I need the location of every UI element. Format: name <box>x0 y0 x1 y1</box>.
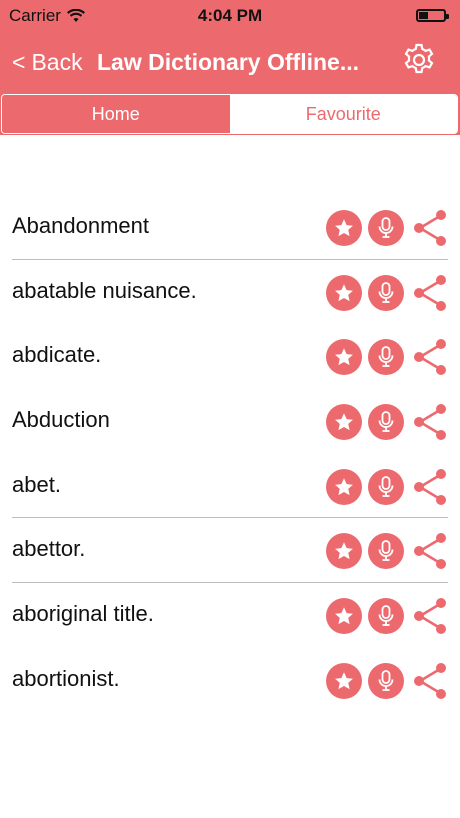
share-icon <box>410 337 450 377</box>
star-icon <box>333 605 355 627</box>
share-icon <box>410 273 450 313</box>
tab-favourite[interactable]: Favourite <box>229 95 457 133</box>
pronounce-button[interactable] <box>368 274 404 311</box>
favourite-button[interactable] <box>326 339 362 376</box>
share-button[interactable] <box>410 467 450 507</box>
favourite-button[interactable] <box>326 468 362 505</box>
word-label[interactable]: aboriginal title. <box>12 601 154 627</box>
microphone-icon <box>376 669 396 693</box>
pronounce-button[interactable] <box>368 533 404 570</box>
word-list: Abandonment abatable nuisance. abdicate. Ab… <box>0 195 460 713</box>
favourite-button[interactable] <box>326 274 362 311</box>
list-item[interactable]: abettor. <box>0 518 460 584</box>
back-label: Back <box>31 49 83 75</box>
microphone-icon <box>376 604 396 628</box>
share-icon <box>410 531 450 571</box>
pronounce-button[interactable] <box>368 468 404 505</box>
microphone-icon <box>376 539 396 563</box>
share-button[interactable] <box>410 402 450 442</box>
back-button[interactable]: < Back <box>12 49 83 76</box>
word-label[interactable]: abdicate. <box>12 342 101 368</box>
star-icon <box>333 670 355 692</box>
share-icon <box>410 467 450 507</box>
share-button[interactable] <box>410 661 450 701</box>
star-icon <box>333 411 355 433</box>
favourite-button[interactable] <box>326 598 362 635</box>
star-icon <box>333 540 355 562</box>
star-icon <box>333 346 355 368</box>
word-label[interactable]: abatable nuisance. <box>12 278 197 304</box>
list-item[interactable]: aboriginal title. <box>0 583 460 648</box>
pronounce-button[interactable] <box>368 339 404 376</box>
star-icon <box>333 217 355 239</box>
pronounce-button[interactable] <box>368 404 404 441</box>
share-button[interactable] <box>410 531 450 571</box>
star-icon <box>333 282 355 304</box>
gear-icon[interactable] <box>401 42 437 78</box>
share-button[interactable] <box>410 208 450 248</box>
status-bar: Carrier 4:04 PM <box>0 0 460 32</box>
list-item[interactable]: abatable nuisance. <box>0 260 460 325</box>
favourite-button[interactable] <box>326 404 362 441</box>
favourite-button[interactable] <box>326 210 362 246</box>
list-item[interactable]: Abandonment <box>0 195 460 260</box>
favourite-button[interactable] <box>326 662 362 699</box>
app-header: Carrier 4:04 PM < Back Law Dictionary Of… <box>0 0 460 135</box>
share-icon <box>410 596 450 636</box>
list-item[interactable]: abdicate. <box>0 324 460 389</box>
share-icon <box>410 208 450 248</box>
share-button[interactable] <box>410 337 450 377</box>
microphone-icon <box>376 410 396 434</box>
navigation-bar: < Back Law Dictionary Offline... <box>0 32 460 90</box>
page-title: Law Dictionary Offline... <box>97 49 359 75</box>
word-label[interactable]: abortionist. <box>12 666 120 692</box>
microphone-icon <box>376 345 396 369</box>
pronounce-button[interactable] <box>368 598 404 635</box>
tab-home[interactable]: Home <box>2 95 230 133</box>
microphone-icon <box>376 281 396 305</box>
list-item[interactable]: abortionist. <box>0 648 460 713</box>
share-button[interactable] <box>410 273 450 313</box>
word-label[interactable]: Abduction <box>12 407 110 433</box>
star-icon <box>333 476 355 498</box>
pronounce-button[interactable] <box>368 662 404 699</box>
list-item[interactable]: abet. <box>0 454 460 519</box>
share-icon <box>410 661 450 701</box>
word-label[interactable]: abettor. <box>12 536 85 562</box>
microphone-icon <box>376 475 396 499</box>
favourite-button[interactable] <box>326 533 362 570</box>
word-label[interactable]: Abandonment <box>12 213 149 239</box>
microphone-icon <box>376 216 396 240</box>
share-button[interactable] <box>410 596 450 636</box>
pronounce-button[interactable] <box>368 210 404 246</box>
list-item[interactable]: Abduction <box>0 389 460 454</box>
share-icon <box>410 402 450 442</box>
clock: 4:04 PM <box>197 6 263 25</box>
battery-icon <box>416 9 449 22</box>
chevron-left-icon: < <box>12 49 26 75</box>
word-label[interactable]: abet. <box>12 472 61 498</box>
segmented-control: Home Favourite <box>1 94 458 134</box>
